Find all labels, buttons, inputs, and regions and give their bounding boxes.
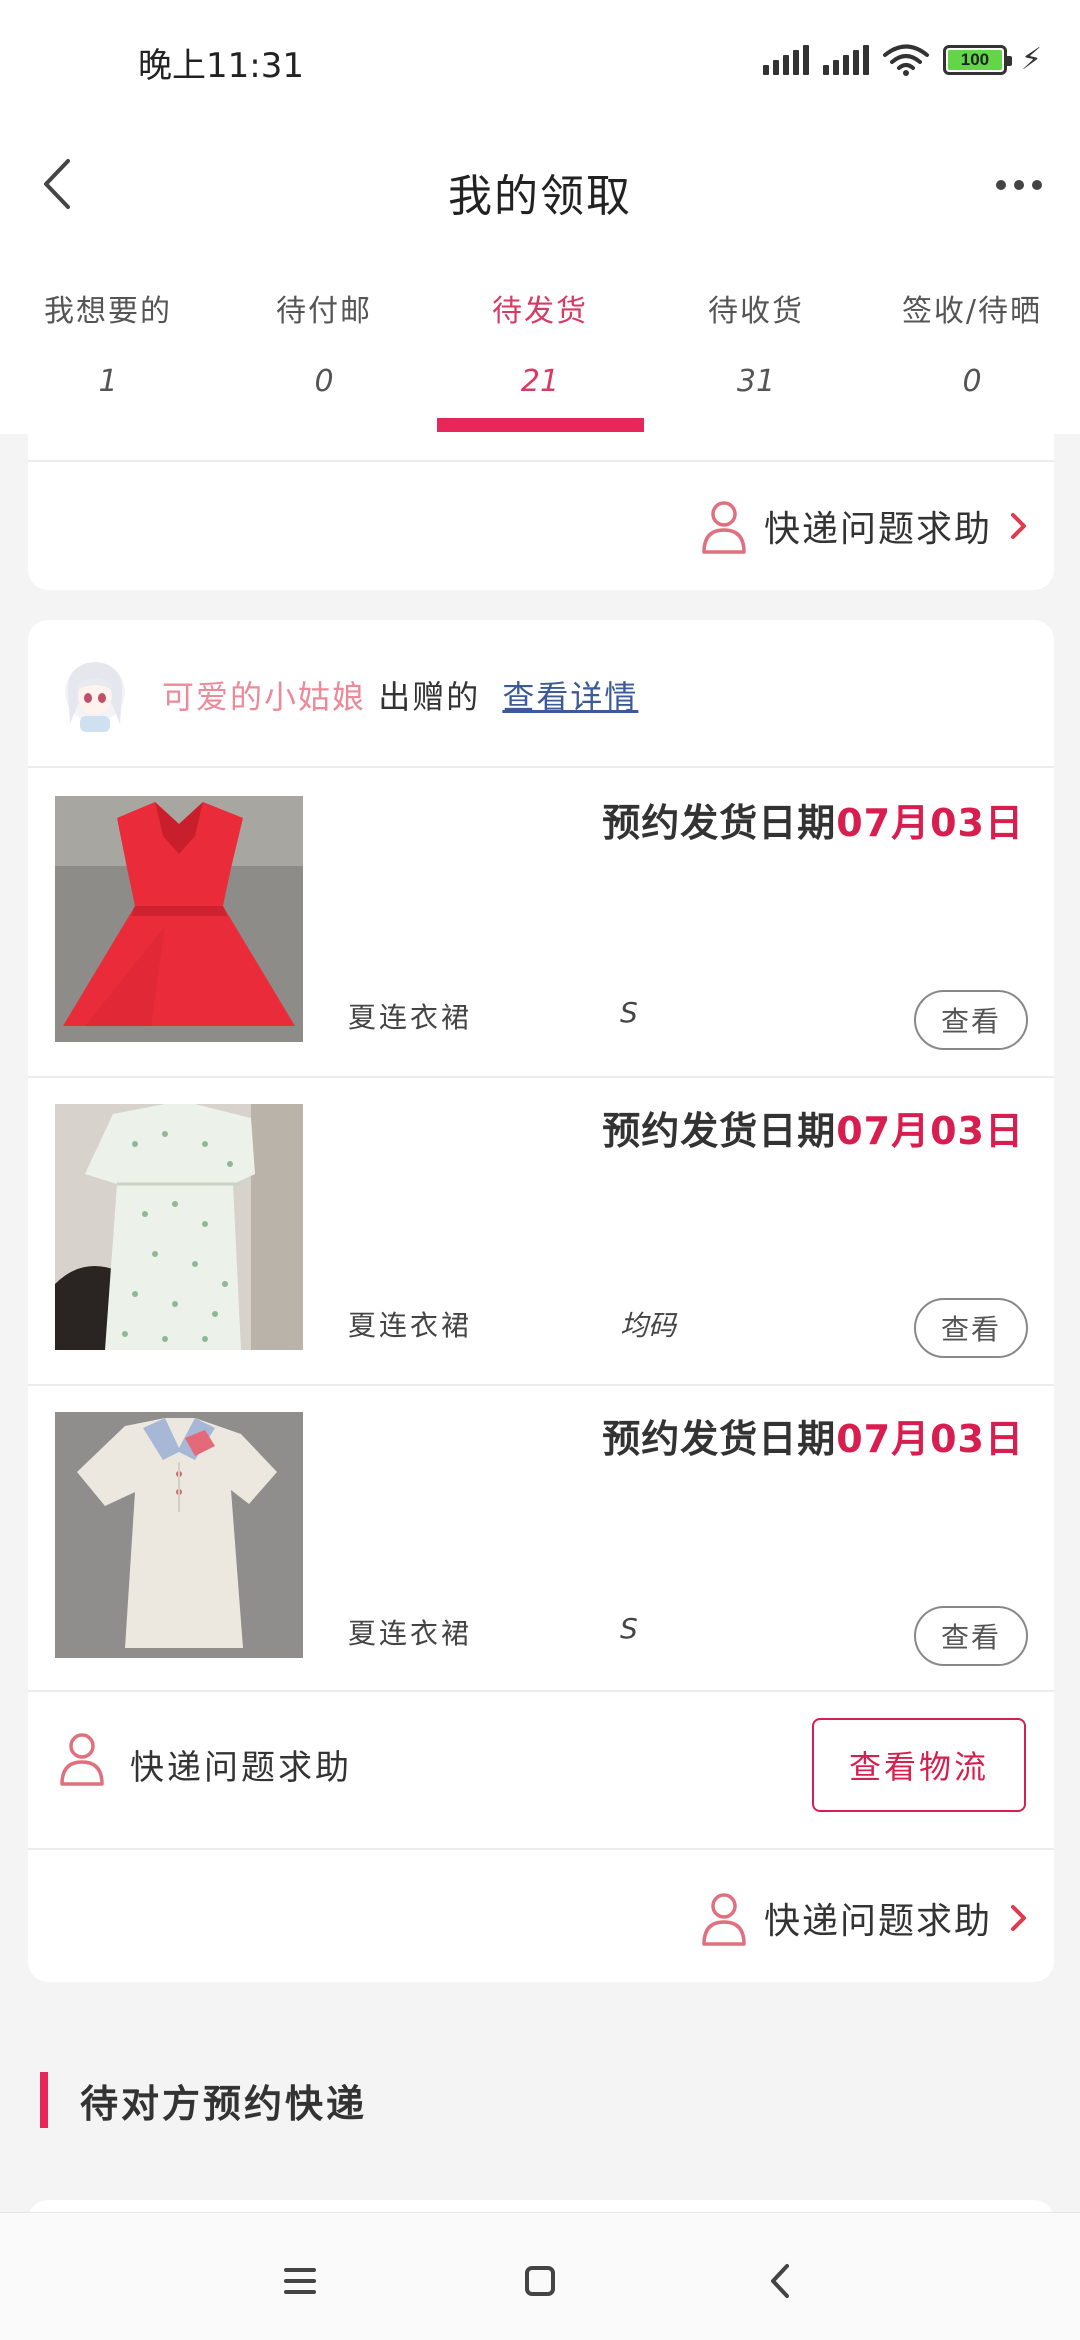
tab-label: 待付邮 (276, 294, 372, 329)
section-title-text: 待对方预约快递 (80, 2081, 368, 2126)
item-name: 夏连衣裙 (348, 1001, 473, 1034)
page-title: 我的领取 (448, 171, 632, 222)
tab-wanted[interactable]: 我想要的 1 (0, 248, 216, 434)
section-accent-bar (40, 2072, 48, 2128)
section-title: 待对方预约快递 (40, 2072, 367, 2128)
help-label: 快递问题求助 (763, 509, 992, 550)
view-button[interactable]: 查看 (914, 990, 1028, 1050)
tab-count: 1 (98, 364, 118, 399)
tab-received-review[interactable]: 签收/待晒 0 (864, 248, 1080, 434)
express-help-label[interactable]: 快递问题求助 (130, 1740, 352, 1789)
signal-icon-2 (822, 45, 869, 75)
ship-date-value: 07月03日 (836, 1417, 1024, 1461)
express-help-link[interactable]: 快递问题求助 (700, 498, 1030, 554)
chevron-right-icon (1011, 1905, 1026, 1931)
ship-date-label: 预约发货日期 (602, 801, 837, 845)
tab-label: 签收/待晒 (901, 294, 1043, 329)
tab-label: 待收货 (708, 294, 804, 329)
ship-date: 预约发货日期07月03日 (602, 1100, 1024, 1155)
item-name: 夏连衣裙 (348, 1309, 473, 1342)
item-size: S (620, 996, 638, 1029)
view-logistics-button[interactable]: 查看物流 (812, 1718, 1026, 1812)
nav-back-icon (771, 2264, 789, 2298)
nav-back-button[interactable] (750, 2251, 810, 2311)
tab-pending-postage[interactable]: 待付邮 0 (216, 248, 432, 434)
status-time: 晚上11:31 (138, 46, 304, 86)
divider (28, 1848, 1054, 1850)
item-name: 夏连衣裙 (348, 1617, 473, 1650)
view-details-link[interactable]: 查看详情 (502, 678, 638, 716)
donor-text: 可爱的小姑娘 出赠的 查看详情 (162, 672, 638, 718)
donor-suffix: 出赠的 (378, 678, 481, 716)
status-tabs: 我想要的 1 待付邮 0 待发货 21 待收货 31 签收/待晒 0 (0, 248, 1080, 434)
tab-pending-receipt[interactable]: 待收货 31 (648, 248, 864, 434)
menu-button[interactable] (270, 2251, 330, 2311)
view-button[interactable]: 查看 (914, 1298, 1028, 1358)
menu-icon (284, 2268, 316, 2294)
order-item[interactable]: 预约发货日期07月03日 夏连衣裙 S 查看 (28, 768, 1054, 1076)
signal-icon (762, 45, 809, 75)
ship-date-value: 07月03日 (836, 1109, 1024, 1153)
ship-date-value: 07月03日 (836, 801, 1024, 845)
ship-date-label: 预约发货日期 (602, 1109, 837, 1153)
status-bar: 晚上11:31 100 ⚡ (0, 0, 1080, 120)
avatar[interactable] (56, 654, 134, 736)
more-button[interactable] (976, 160, 1062, 210)
charging-icon: ⚡ (1020, 42, 1042, 77)
chevron-right-icon (1011, 513, 1026, 539)
donor-name[interactable]: 可爱的小姑娘 (162, 678, 366, 716)
order-card: 可爱的小姑娘 出赠的 查看详情 预约发货日期07月03日 夏连衣裙 S 查看 预… (28, 620, 1054, 1982)
item-photo[interactable] (55, 796, 303, 1042)
more-dots-icon (996, 180, 1006, 190)
tab-label: 待发货 (492, 294, 588, 329)
divider (28, 460, 1054, 462)
person-icon (702, 501, 746, 554)
home-icon (525, 2266, 555, 2296)
item-photo[interactable] (55, 1412, 303, 1658)
view-button[interactable]: 查看 (914, 1606, 1028, 1666)
tab-count: 21 (520, 364, 560, 399)
battery-level: 100 (960, 50, 990, 69)
help-label: 快递问题求助 (763, 1901, 992, 1942)
express-help-link[interactable]: 快递问题求助 (700, 1890, 1030, 1946)
ship-date: 预约发货日期07月03日 (602, 1408, 1024, 1463)
person-icon (60, 1733, 104, 1786)
ship-date: 预约发货日期07月03日 (602, 792, 1024, 847)
donor-row: 可爱的小姑娘 出赠的 查看详情 (28, 620, 1054, 766)
item-size: S (620, 1612, 638, 1645)
header: 我的领取 (0, 120, 1080, 248)
person-icon (702, 1893, 746, 1946)
item-size: 均码 (620, 1309, 677, 1342)
order-item[interactable]: 预约发货日期07月03日 夏连衣裙 均码 查看 (28, 1076, 1054, 1384)
tab-pending-shipment[interactable]: 待发货 21 (432, 248, 648, 434)
status-icons: 100 ⚡ (762, 42, 1042, 78)
active-tab-indicator (437, 418, 644, 432)
help-logistics-row: 快递问题求助 查看物流 (28, 1690, 1054, 1848)
system-nav-bar (0, 2212, 1080, 2340)
tab-label: 我想要的 (44, 294, 172, 329)
item-photo[interactable] (55, 1104, 303, 1350)
home-button[interactable] (510, 2251, 570, 2311)
tab-count: 0 (314, 364, 334, 399)
tab-count: 0 (962, 364, 982, 399)
battery-icon: 100 (942, 45, 1012, 75)
wifi-icon (882, 44, 929, 76)
previous-order-card: 快递问题求助 (28, 434, 1054, 590)
ship-date-label: 预约发货日期 (602, 1417, 837, 1461)
order-item[interactable]: 预约发货日期07月03日 夏连衣裙 S 查看 (28, 1384, 1054, 1692)
tab-count: 31 (736, 364, 776, 399)
